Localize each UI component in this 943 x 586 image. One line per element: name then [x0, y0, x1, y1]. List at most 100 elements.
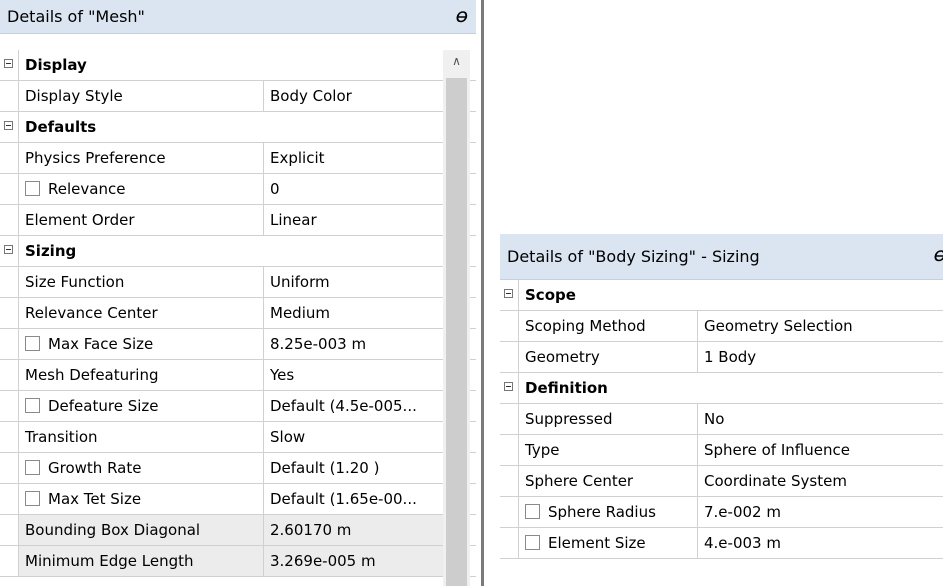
row-gutter	[500, 311, 519, 341]
property-name-cell: Max Face Size	[19, 329, 264, 359]
property-row[interactable]: Geometry 1 Body	[500, 342, 943, 373]
property-name-cell: Geometry	[519, 342, 698, 372]
property-row[interactable]: Mesh Defeaturing Yes	[0, 360, 476, 391]
property-row[interactable]: Type Sphere of Influence	[500, 435, 943, 466]
property-name: Transition	[25, 428, 98, 446]
parameter-checkbox[interactable]	[525, 503, 540, 519]
property-value[interactable]: Default (1.65e-00...	[264, 484, 443, 514]
property-row[interactable]: Element Size 4.e-003 m	[500, 528, 943, 559]
property-value[interactable]: 7.e-002 m	[698, 497, 943, 527]
property-name: Minimum Edge Length	[25, 552, 194, 570]
property-value[interactable]: Uniform	[264, 267, 443, 297]
property-row[interactable]: Relevance 0	[0, 174, 476, 205]
panel-splitter[interactable]	[481, 0, 484, 586]
property-value[interactable]: 8.25e-003 m	[264, 329, 443, 359]
property-row[interactable]: Defeature Size Default (4.5e-005...	[0, 391, 476, 422]
collapse-minus-icon[interactable]	[504, 289, 513, 298]
property-value[interactable]: No	[698, 404, 943, 434]
parameter-checkbox[interactable]	[25, 335, 40, 351]
property-row[interactable]: Scoping Method Geometry Selection	[500, 311, 943, 342]
mesh-panel-title: Details of "Mesh"	[7, 7, 145, 26]
property-name-cell: Element Size	[519, 528, 698, 558]
property-value[interactable]: 1 Body	[698, 342, 943, 372]
property-name: Sphere Center	[525, 472, 634, 490]
property-value[interactable]: Linear	[264, 205, 443, 235]
property-row[interactable]: Display Style Body Color	[0, 81, 476, 112]
property-name: Suppressed	[525, 410, 613, 428]
property-row[interactable]: Sphere Radius 7.e-002 m	[500, 497, 943, 528]
row-gutter	[0, 205, 19, 235]
property-value[interactable]: Body Color	[264, 81, 443, 111]
property-name: Max Face Size	[48, 335, 154, 353]
property-value[interactable]: 3.269e-005 m	[264, 546, 443, 576]
row-gutter	[0, 143, 19, 173]
property-name: Bounding Box Diagonal	[25, 521, 201, 539]
property-row[interactable]: Size Function Uniform	[0, 267, 476, 298]
parameter-checkbox[interactable]	[25, 397, 40, 413]
parameter-checkbox[interactable]	[25, 490, 40, 506]
row-gutter	[500, 342, 519, 372]
property-row[interactable]: Sphere Center Coordinate System	[500, 466, 943, 497]
property-name: Relevance Center	[25, 304, 158, 322]
property-row[interactable]: Bounding Box Diagonal 2.60170 m	[0, 515, 476, 546]
group-header[interactable]: Sizing	[0, 236, 476, 267]
property-value[interactable]: Medium	[264, 298, 443, 328]
property-name-cell: Bounding Box Diagonal	[19, 515, 264, 545]
row-gutter	[0, 546, 19, 576]
collapse-minus-icon[interactable]	[4, 245, 13, 254]
property-row[interactable]: Element Order Linear	[0, 205, 476, 236]
row-gutter	[0, 391, 19, 421]
property-value[interactable]: Explicit	[264, 143, 443, 173]
parameter-checkbox[interactable]	[525, 534, 540, 550]
pin-icon[interactable]: 𝛳	[934, 250, 943, 264]
property-value[interactable]: Sphere of Influence	[698, 435, 943, 465]
property-value[interactable]: Yes	[264, 360, 443, 390]
property-name: Scoping Method	[525, 317, 646, 335]
property-name-cell: Display Style	[19, 81, 264, 111]
group-header[interactable]: Defaults	[0, 112, 476, 143]
property-value[interactable]: 4.e-003 m	[698, 528, 943, 558]
property-value[interactable]: Geometry Selection	[698, 311, 943, 341]
property-row[interactable]: Physics Preference Explicit	[0, 143, 476, 174]
group-header[interactable]: Definition	[500, 373, 943, 404]
property-row[interactable]: Growth Rate Default (1.20 )	[0, 453, 476, 484]
collapse-minus-icon[interactable]	[4, 59, 13, 68]
row-gutter	[500, 435, 519, 465]
property-row[interactable]: Minimum Edge Length 3.269e-005 m	[0, 546, 476, 577]
row-gutter	[500, 497, 519, 527]
property-row[interactable]: Relevance Center Medium	[0, 298, 476, 329]
mesh-vertical-scrollbar[interactable]: ∧	[443, 50, 470, 586]
row-gutter	[0, 267, 19, 297]
property-value[interactable]: Default (4.5e-005...	[264, 391, 443, 421]
property-name-cell: Minimum Edge Length	[19, 546, 264, 576]
group-header[interactable]: Display	[0, 50, 476, 81]
property-row[interactable]: Max Face Size 8.25e-003 m	[0, 329, 476, 360]
row-gutter	[0, 329, 19, 359]
property-name: Type	[525, 441, 560, 459]
property-name: Geometry	[525, 348, 600, 366]
property-row[interactable]: Transition Slow	[0, 422, 476, 453]
scrollbar-thumb[interactable]	[446, 78, 467, 586]
property-name: Growth Rate	[48, 459, 142, 477]
scroll-up-arrow-icon[interactable]: ∧	[443, 54, 470, 68]
property-value[interactable]: 0	[264, 174, 443, 204]
property-name: Element Order	[25, 211, 135, 229]
parameter-checkbox[interactable]	[25, 459, 40, 475]
row-gutter	[0, 422, 19, 452]
group-header[interactable]: Scope	[500, 280, 943, 311]
property-value[interactable]: 2.60170 m	[264, 515, 443, 545]
pin-icon[interactable]: 𝛳	[456, 11, 467, 25]
property-value[interactable]: Coordinate System	[698, 466, 943, 496]
group-label: Definition	[525, 379, 608, 397]
mesh-details-panel: Details of "Mesh" 𝛳 Display Display Style…	[0, 0, 476, 586]
property-row[interactable]: Suppressed No	[500, 404, 943, 435]
property-name: Defeature Size	[48, 397, 159, 415]
property-value[interactable]: Slow	[264, 422, 443, 452]
property-value[interactable]: Default (1.20 )	[264, 453, 443, 483]
collapse-minus-icon[interactable]	[4, 121, 13, 130]
property-name-cell: Scoping Method	[519, 311, 698, 341]
collapse-minus-icon[interactable]	[504, 382, 513, 391]
parameter-checkbox[interactable]	[25, 180, 40, 196]
property-row[interactable]: Max Tet Size Default (1.65e-00...	[0, 484, 476, 515]
group-label: Defaults	[25, 118, 97, 136]
